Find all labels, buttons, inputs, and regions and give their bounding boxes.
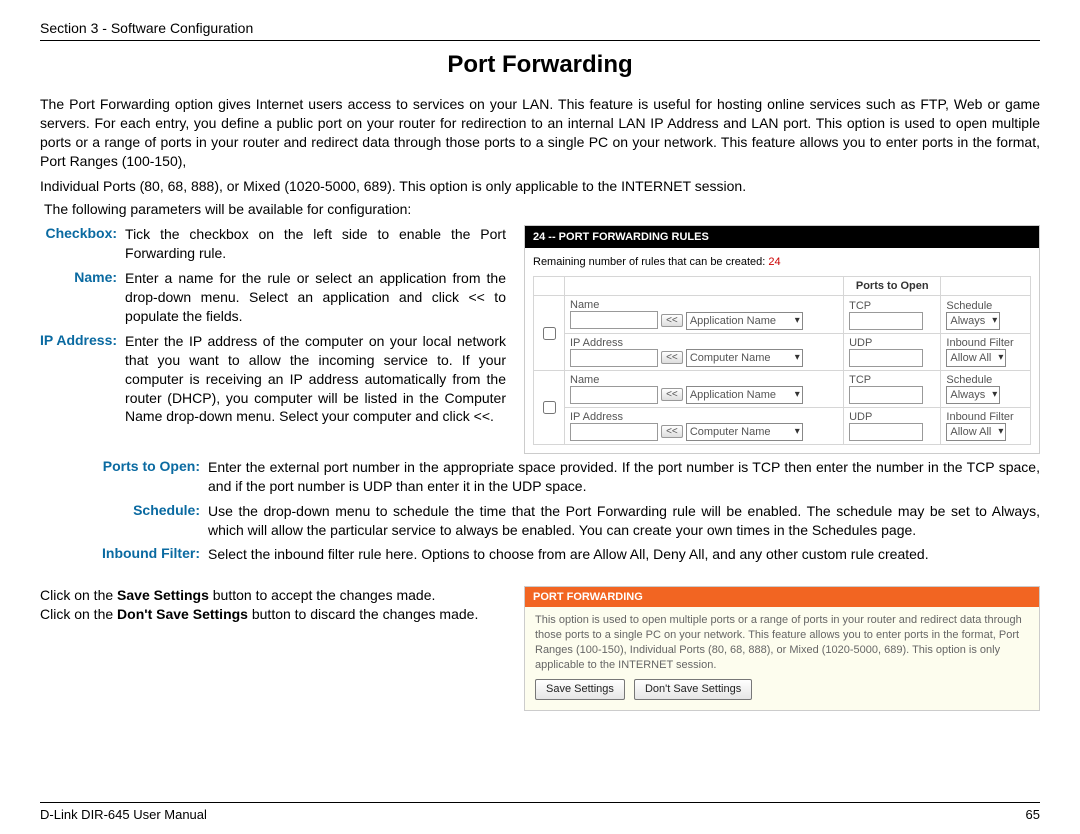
def-text-schedule: Use the drop-down menu to schedule the t… bbox=[208, 502, 1040, 540]
rule2-name-label: Name bbox=[570, 374, 599, 386]
rule2-udp-input[interactable] bbox=[849, 423, 923, 441]
rule1-name-label: Name bbox=[570, 299, 599, 311]
intro-paragraph-1: The Port Forwarding option gives Interne… bbox=[40, 95, 1040, 171]
rule2-inbound-label: Inbound Filter bbox=[946, 411, 1013, 423]
rule2-name-copy-button[interactable]: << bbox=[661, 388, 683, 401]
intro-paragraph-2: Individual Ports (80, 68, 888), or Mixed… bbox=[40, 177, 1040, 196]
def-text-name: Enter a name for the rule or select an a… bbox=[125, 269, 510, 332]
def-label-checkbox: Checkbox: bbox=[40, 225, 125, 269]
config-intro-line: The following parameters will be availab… bbox=[44, 201, 1040, 217]
save-info-2c: button to discard the changes made. bbox=[248, 606, 478, 622]
save-info-text: Click on the Save Settings button to acc… bbox=[40, 586, 510, 624]
screenshot-rules-panel: 24 -- PORT FORWARDING RULES Remaining nu… bbox=[524, 225, 1040, 453]
rule2-ip-input[interactable] bbox=[570, 423, 658, 441]
rule1-ip-copy-button[interactable]: << bbox=[661, 351, 683, 364]
page-title: Port Forwarding bbox=[40, 51, 1040, 79]
th-empty-sched bbox=[941, 277, 1031, 296]
rule2-name-input[interactable] bbox=[570, 386, 658, 404]
pf-panel-body-text: This option is used to open multiple por… bbox=[535, 613, 1029, 672]
def-text-checkbox: Tick the checkbox on the left side to en… bbox=[125, 225, 510, 269]
rule1-tcp-label: TCP bbox=[849, 300, 871, 312]
rule1-inbound-select[interactable]: Allow All bbox=[946, 349, 1006, 367]
def-text-ipaddress: Enter the IP address of the computer on … bbox=[125, 332, 510, 432]
rule2-enable-checkbox[interactable] bbox=[543, 401, 556, 414]
rule1-ip-input[interactable] bbox=[570, 349, 658, 367]
rule1-schedule-label: Schedule bbox=[946, 300, 992, 312]
screenshot-port-forwarding-panel: PORT FORWARDING This option is used to o… bbox=[524, 586, 1040, 710]
rule1-name-copy-button[interactable]: << bbox=[661, 314, 683, 327]
save-info-1b: Save Settings bbox=[117, 587, 209, 603]
rule1-name-input[interactable] bbox=[570, 311, 658, 329]
save-info-1a: Click on the bbox=[40, 587, 117, 603]
remaining-rules-label: Remaining number of rules that can be cr… bbox=[533, 256, 768, 268]
rule1-schedule-select[interactable]: Always bbox=[946, 312, 1000, 330]
def-label-inbound: Inbound Filter: bbox=[40, 545, 208, 564]
def-label-name: Name: bbox=[40, 269, 125, 332]
rule2-tcp-label: TCP bbox=[849, 374, 871, 386]
rule1-udp-label: UDP bbox=[849, 337, 872, 349]
rule2-ip-copy-button[interactable]: << bbox=[661, 425, 683, 438]
rules-panel-header: 24 -- PORT FORWARDING RULES bbox=[525, 226, 1039, 248]
th-empty-checkbox bbox=[534, 277, 565, 296]
rule2-application-select[interactable]: Application Name bbox=[686, 386, 803, 404]
save-info-1c: button to accept the changes made. bbox=[209, 587, 436, 603]
section-header: Section 3 - Software Configuration bbox=[40, 20, 1040, 41]
rule2-ip-label: IP Address bbox=[570, 411, 623, 423]
rule1-application-select[interactable]: Application Name bbox=[686, 312, 803, 330]
th-ports-to-open: Ports to Open bbox=[844, 277, 941, 296]
footer-page-number: 65 bbox=[1026, 807, 1040, 822]
dont-save-settings-button[interactable]: Don't Save Settings bbox=[634, 679, 752, 700]
footer-manual-name: D-Link DIR-645 User Manual bbox=[40, 807, 207, 822]
rule1-computer-select[interactable]: Computer Name bbox=[686, 349, 803, 367]
rule1-tcp-input[interactable] bbox=[849, 312, 923, 330]
save-info-2b: Don't Save Settings bbox=[117, 606, 248, 622]
def-text-ports: Enter the external port number in the ap… bbox=[208, 458, 1040, 496]
th-empty-name bbox=[565, 277, 844, 296]
rule2-schedule-label: Schedule bbox=[946, 374, 992, 386]
remaining-rules-text: Remaining number of rules that can be cr… bbox=[533, 256, 1031, 268]
def-label-ports: Ports to Open: bbox=[40, 458, 208, 496]
rule2-inbound-select[interactable]: Allow All bbox=[946, 423, 1006, 441]
save-settings-button[interactable]: Save Settings bbox=[535, 679, 625, 700]
rule1-enable-checkbox[interactable] bbox=[543, 327, 556, 340]
rule1-udp-input[interactable] bbox=[849, 349, 923, 367]
rule2-schedule-select[interactable]: Always bbox=[946, 386, 1000, 404]
def-label-ipaddress: IP Address: bbox=[40, 332, 125, 432]
rule2-computer-select[interactable]: Computer Name bbox=[686, 423, 803, 441]
def-label-schedule: Schedule: bbox=[40, 502, 208, 540]
def-text-inbound: Select the inbound filter rule here. Opt… bbox=[208, 545, 1040, 564]
rule1-inbound-label: Inbound Filter bbox=[946, 337, 1013, 349]
save-info-2a: Click on the bbox=[40, 606, 117, 622]
pf-panel-header: PORT FORWARDING bbox=[525, 587, 1039, 607]
remaining-rules-count: 24 bbox=[768, 256, 780, 268]
rule1-ip-label: IP Address bbox=[570, 337, 623, 349]
rule2-tcp-input[interactable] bbox=[849, 386, 923, 404]
rule2-udp-label: UDP bbox=[849, 411, 872, 423]
